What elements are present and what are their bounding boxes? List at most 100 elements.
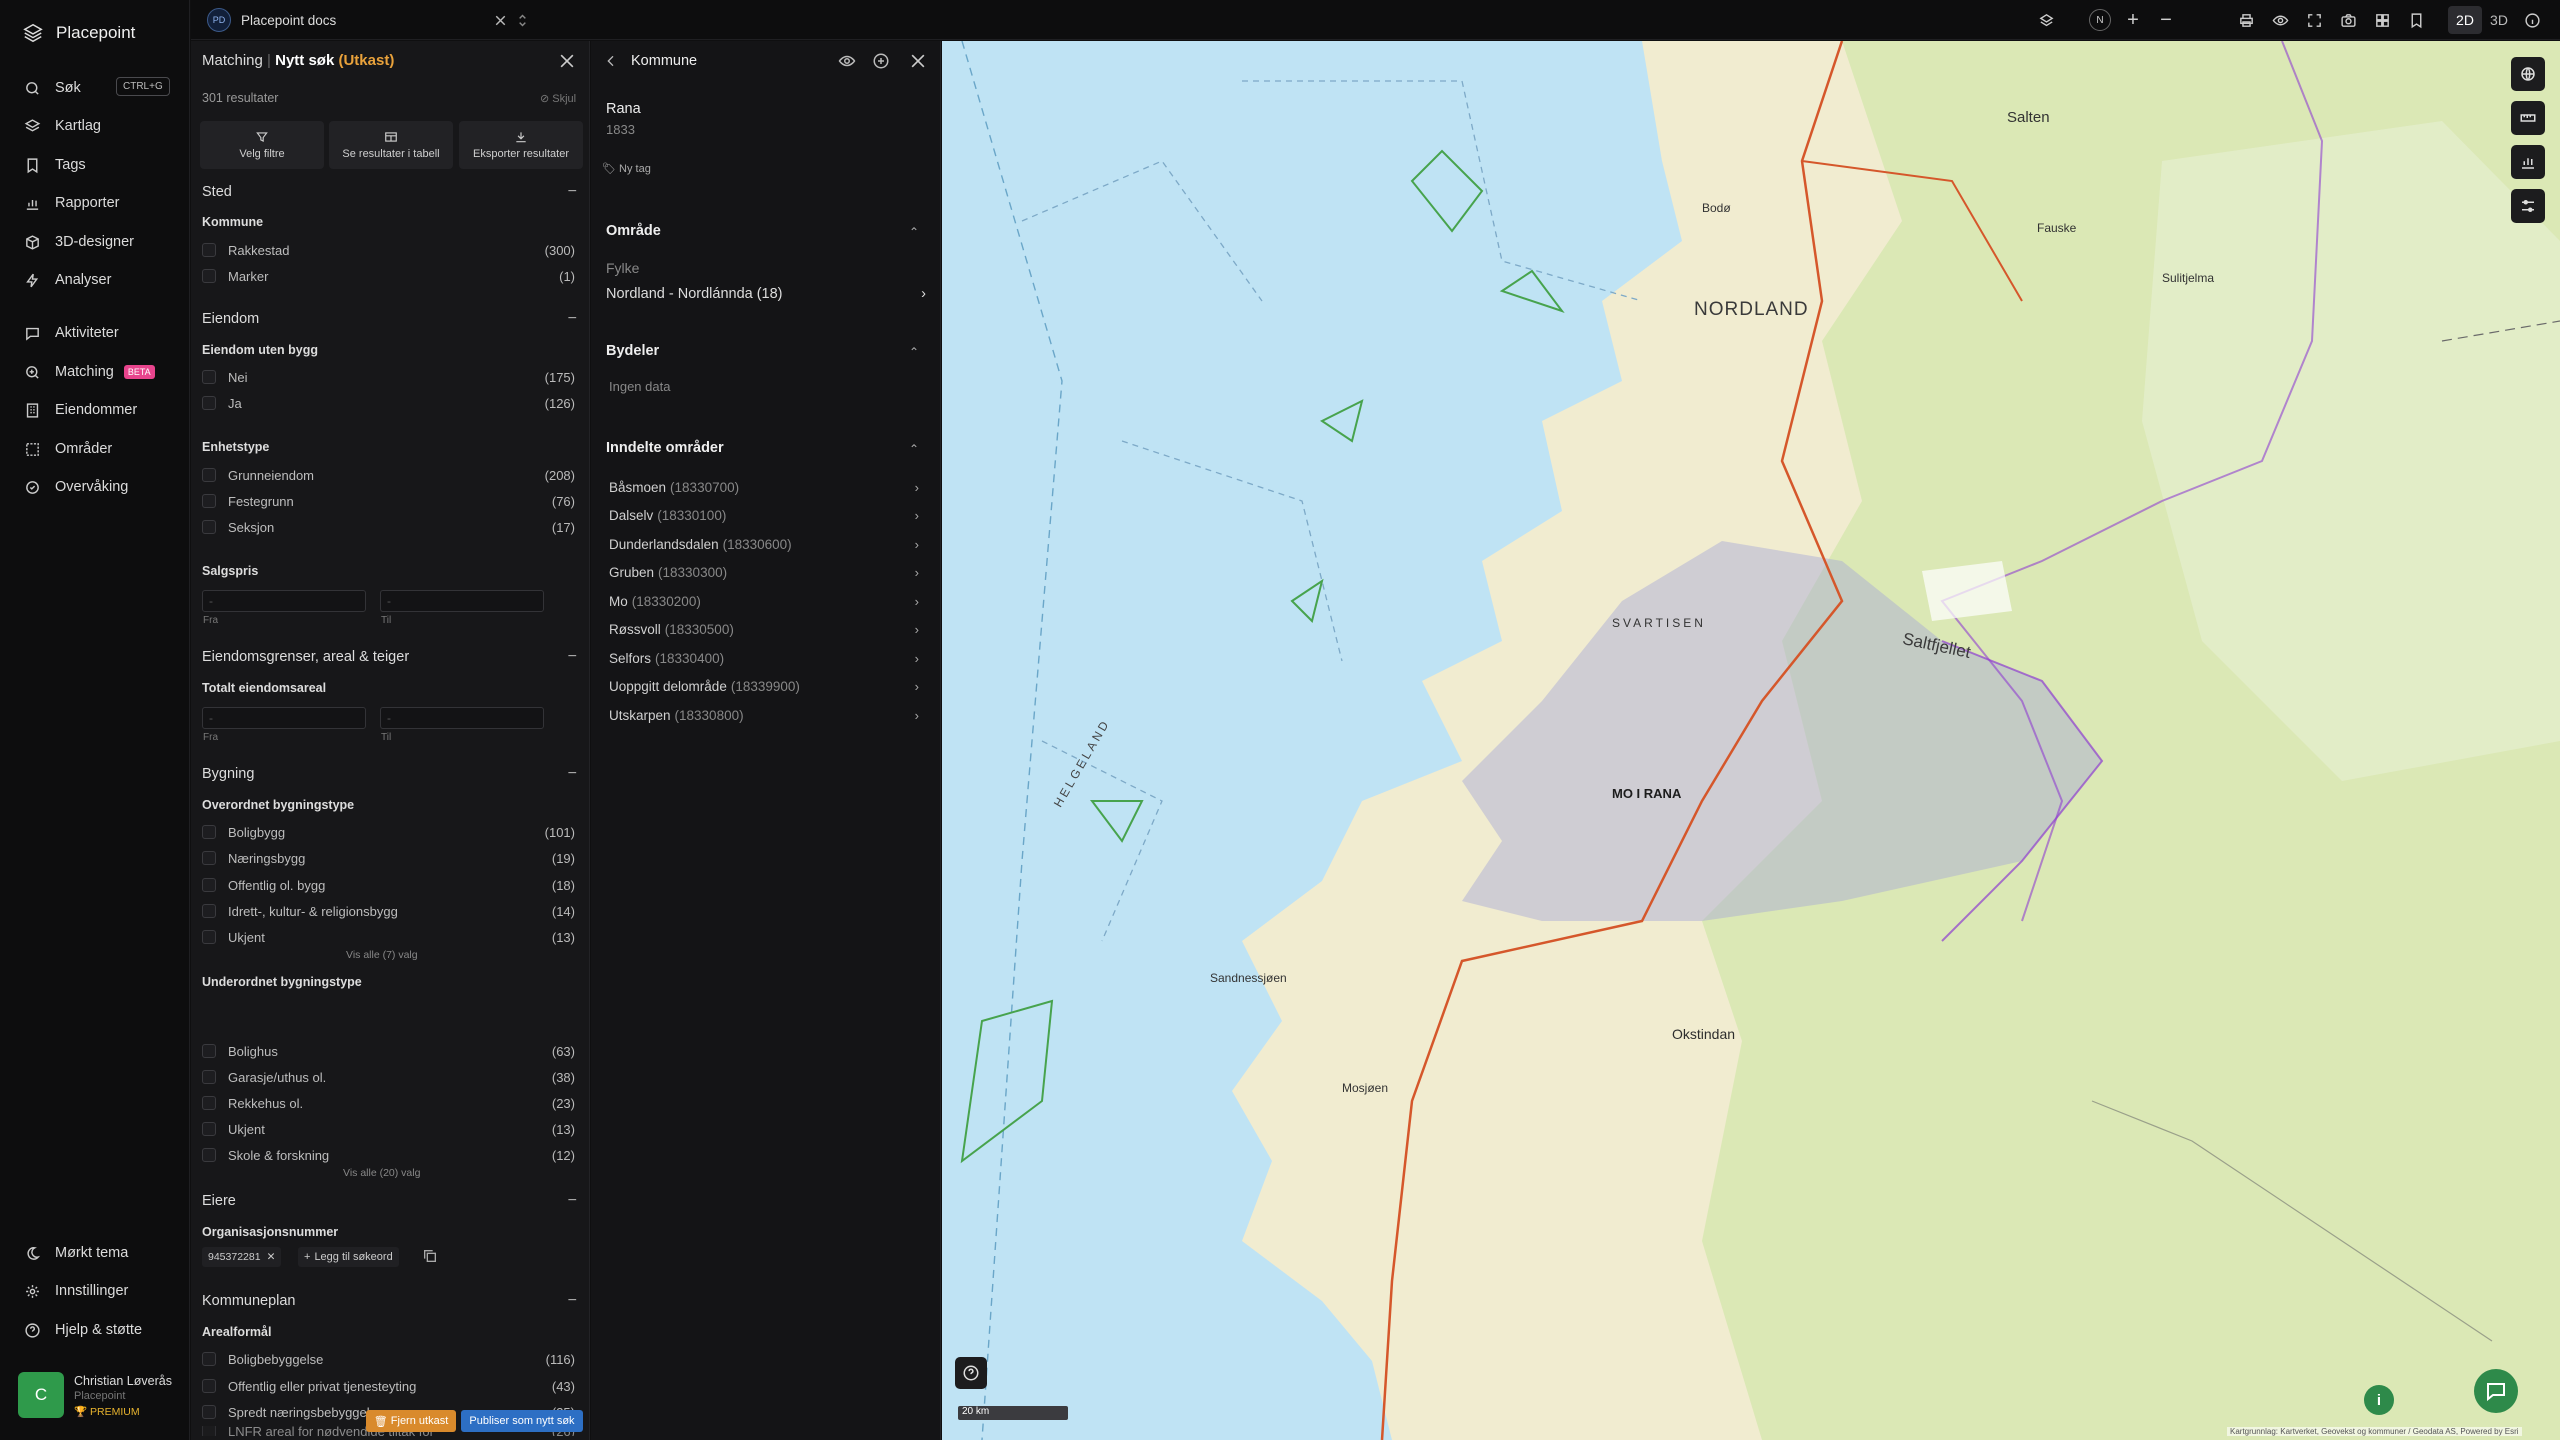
checkbox[interactable] (202, 851, 216, 865)
checkbox[interactable] (202, 930, 216, 944)
export-results-button[interactable]: Eksporter resultater (459, 121, 583, 169)
checkbox[interactable] (202, 468, 216, 482)
salgspris-to-input[interactable]: - (380, 590, 544, 612)
areal-to-input[interactable]: - (380, 707, 544, 729)
hide-toggle[interactable]: ⊘ Skjul (540, 92, 576, 105)
checkbox[interactable] (202, 1070, 216, 1084)
close-icon[interactable] (557, 51, 577, 76)
checkbox[interactable] (202, 520, 216, 534)
checkbox[interactable] (202, 1096, 216, 1110)
option-ja[interactable]: Ja (126) (202, 394, 575, 412)
measure-button[interactable] (2511, 101, 2545, 135)
chevron-updown-icon[interactable] (511, 9, 533, 31)
checkbox[interactable] (202, 825, 216, 839)
bookmark-icon[interactable] (2405, 9, 2427, 31)
option-offentlig[interactable]: Offentlig ol. bygg (18) (202, 876, 575, 894)
chevron-up-icon[interactable]: ⌃ (909, 345, 919, 359)
remove-draft-button[interactable]: 🗑 Fjern utkast (366, 1410, 456, 1432)
grid-icon[interactable] (2371, 9, 2393, 31)
option-ukjent-2[interactable]: Ukjent (13) (202, 1120, 575, 1138)
option-nei[interactable]: Nei (175) (202, 368, 575, 386)
close-icon[interactable] (908, 51, 928, 76)
option-skole[interactable]: Skole & forskning (12) (202, 1146, 575, 1164)
new-tag-button[interactable]: 🏷 Ny tag (602, 162, 651, 175)
back-icon[interactable] (603, 53, 619, 74)
sliders-button[interactable] (2511, 189, 2545, 223)
sidebar-item-kartlag[interactable]: Kartlag (24, 113, 174, 139)
checkbox[interactable] (202, 1352, 216, 1366)
add-circle-icon[interactable] (872, 52, 890, 75)
area-item-selfors[interactable]: Selfors (18330400) › (609, 648, 919, 668)
area-item-basmoen[interactable]: Båsmoen (18330700) › (609, 477, 919, 497)
document-selector[interactable]: PD Placepoint docs (207, 8, 527, 32)
sidebar-item-overvaking[interactable]: Overvåking (24, 474, 174, 500)
area-item-mo[interactable]: Mo (18330200) › (609, 591, 919, 611)
sidebar-item-settings[interactable]: Innstillinger (24, 1278, 174, 1304)
section-bygning[interactable]: Bygning − (202, 764, 577, 784)
show-all-link[interactable]: Vis alle (7) valg (346, 949, 418, 961)
section-eiere[interactable]: Eiere − (202, 1191, 577, 1211)
option-garasje[interactable]: Garasje/uthus ol. (38) (202, 1068, 575, 1086)
option-festegrunn[interactable]: Festegrunn (76) (202, 492, 575, 510)
section-kommuneplan[interactable]: Kommuneplan − (202, 1291, 577, 1311)
checkbox[interactable] (202, 1426, 216, 1436)
option-grunneiendom[interactable]: Grunneiendom (208) (202, 466, 575, 484)
checkbox[interactable] (202, 1148, 216, 1162)
area-item-gruben[interactable]: Gruben (18330300) › (609, 562, 919, 582)
fylke-link[interactable]: Nordland - Nordlánnda (18) › (606, 286, 926, 302)
checkbox[interactable] (202, 1379, 216, 1393)
checkbox[interactable] (202, 269, 216, 283)
checkbox[interactable] (202, 494, 216, 508)
brand-logo[interactable]: Placepoint (22, 20, 135, 46)
sidebar-item-matching[interactable]: Matching BETA (24, 359, 174, 385)
collapse-icon[interactable]: − (568, 765, 577, 783)
print-icon[interactable] (2235, 9, 2257, 31)
info-icon[interactable]: i (2364, 1385, 2394, 1415)
area-item-uoppgitt[interactable]: Uoppgitt delområde (18339900) › (609, 676, 919, 696)
choose-filters-button[interactable]: Velg filtre (200, 121, 324, 169)
salgspris-from-input[interactable]: - (202, 590, 366, 612)
sidebar-item-sok[interactable]: Søk CTRL+G (24, 75, 174, 101)
info-circle-icon[interactable] (2521, 9, 2543, 31)
option-ukjent[interactable]: Ukjent (13) (202, 928, 575, 946)
map-style-button[interactable] (2511, 57, 2545, 91)
option-seksjon[interactable]: Seksjon (17) (202, 518, 575, 536)
table-results-button[interactable]: Se resultater i tabell (329, 121, 453, 169)
zoom-out-icon[interactable]: − (2155, 9, 2177, 31)
publish-search-button[interactable]: Publiser som nytt søk (461, 1410, 583, 1432)
collapse-icon[interactable]: − (568, 1192, 577, 1210)
sidebar-item-help[interactable]: Hjelp & støtte (24, 1317, 174, 1343)
chart-button[interactable] (2511, 145, 2545, 179)
area-item-dunderlandsdalen[interactable]: Dunderlandsdalen (18330600) › (609, 534, 919, 554)
option-rekkehus[interactable]: Rekkehus ol. (23) (202, 1094, 575, 1112)
clear-doc-icon[interactable] (489, 9, 511, 31)
view-2d-toggle[interactable]: 2D (2448, 6, 2482, 34)
option-boligbygg[interactable]: Boligbygg (101) (202, 823, 575, 841)
org-chip[interactable]: 945372281 ✕ (202, 1247, 282, 1267)
add-keyword-button[interactable]: + Legg til søkeord (298, 1247, 399, 1267)
checkbox[interactable] (202, 396, 216, 410)
chevron-up-icon[interactable]: ⌃ (909, 225, 919, 239)
checkbox[interactable] (202, 904, 216, 918)
chat-support-button[interactable] (2474, 1369, 2518, 1413)
breadcrumb-matching[interactable]: Matching (202, 52, 263, 69)
checkbox[interactable] (202, 1405, 216, 1419)
checkbox[interactable] (202, 370, 216, 384)
section-grenser[interactable]: Eiendomsgrenser, areal & teiger − (202, 647, 577, 667)
sidebar-item-tags[interactable]: Tags (24, 152, 174, 178)
layers-stack-icon[interactable] (2035, 9, 2057, 31)
sidebar-item-3d-designer[interactable]: 3D-designer (24, 229, 174, 255)
area-item-rossvoll[interactable]: Røssvoll (18330500) › (609, 619, 919, 639)
show-all-link-2[interactable]: Vis alle (20) valg (343, 1167, 420, 1179)
camera-icon[interactable] (2337, 9, 2359, 31)
option-naeringsbygg[interactable]: Næringsbygg (19) (202, 849, 575, 867)
user-profile[interactable]: C Christian Løverås Placepoint 🏆 PREMIUM (18, 1372, 178, 1422)
sidebar-item-analyser[interactable]: Analyser (24, 267, 174, 293)
map-help-button[interactable] (955, 1357, 987, 1389)
sidebar-item-rapporter[interactable]: Rapporter (24, 190, 174, 216)
sidebar-item-eiendommer[interactable]: Eiendommer (24, 397, 174, 423)
area-item-dalselv[interactable]: Dalselv (18330100) › (609, 505, 919, 525)
option-idrett[interactable]: Idrett-, kultur- & religionsbygg (14) (202, 902, 575, 920)
sidebar-item-omrader[interactable]: Områder (24, 436, 174, 462)
copy-icon[interactable] (422, 1248, 438, 1269)
